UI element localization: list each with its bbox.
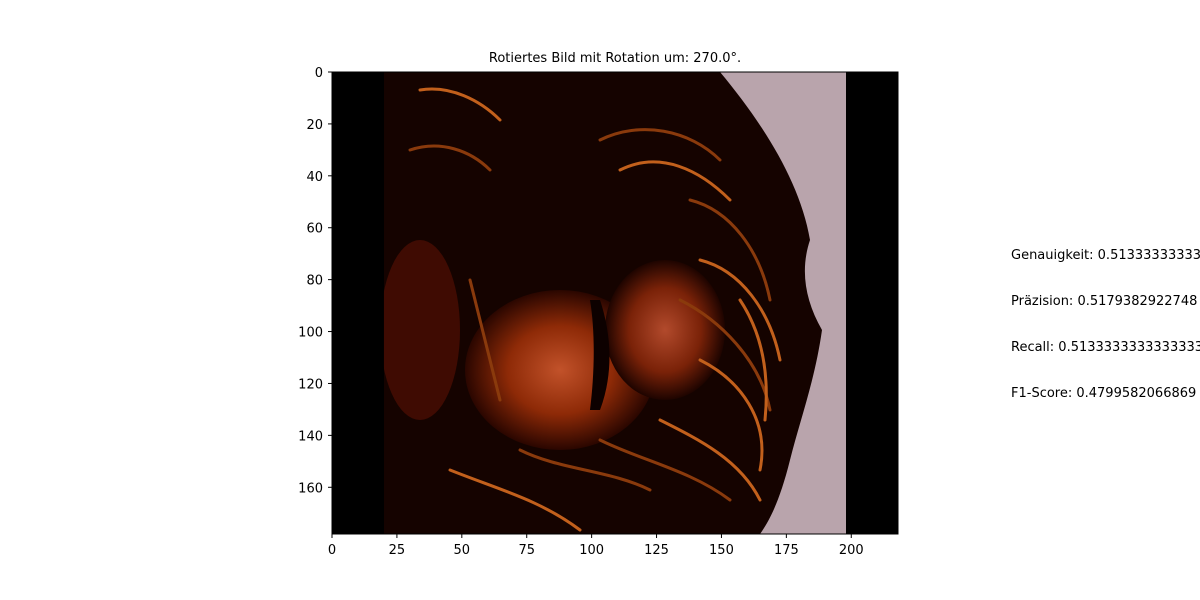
metric-recall: Recall: 0.5133333333333333 xyxy=(1011,340,1200,355)
x-tick-label: 200 xyxy=(839,543,864,558)
y-tick-label: 80 xyxy=(306,274,323,289)
y-tick-label: 100 xyxy=(298,326,323,341)
x-tick-label: 150 xyxy=(709,543,734,558)
metric-accuracy: Genauigkeit: 0.5133333333333333 xyxy=(1011,248,1200,263)
y-tick-label: 20 xyxy=(306,118,323,133)
image-content xyxy=(332,72,898,534)
left-black-band xyxy=(332,72,384,534)
face-shadow xyxy=(380,240,460,420)
y-tick-label: 160 xyxy=(298,481,323,496)
y-tick-label: 60 xyxy=(306,222,323,237)
x-tick-label: 50 xyxy=(454,543,471,558)
x-tick-label: 25 xyxy=(389,543,406,558)
y-tick-label: 120 xyxy=(298,377,323,392)
y-tick-label: 140 xyxy=(298,429,323,444)
y-axis: 0 20 40 60 80 100 120 140 160 xyxy=(298,66,332,496)
x-tick-label: 125 xyxy=(644,543,669,558)
x-tick-label: 100 xyxy=(579,543,604,558)
x-tick-label: 175 xyxy=(774,543,799,558)
metric-precision: Präzision: 0.5179382922748 xyxy=(1011,294,1198,309)
x-tick-label: 0 xyxy=(328,543,336,558)
figure: Rotiertes Bild mit Rotation um: 270.0°. xyxy=(0,0,1200,600)
metrics-panel: Genauigkeit: 0.5133333333333333 Präzisio… xyxy=(1011,0,1200,600)
face-right xyxy=(605,260,725,400)
y-tick-label: 0 xyxy=(315,66,323,81)
y-tick-label: 40 xyxy=(306,170,323,185)
metric-f1: F1-Score: 0.4799582066869 xyxy=(1011,386,1197,401)
x-axis: 0 25 50 75 100 125 150 175 200 xyxy=(328,534,864,558)
x-tick-label: 75 xyxy=(518,543,535,558)
right-black-band xyxy=(846,72,898,534)
